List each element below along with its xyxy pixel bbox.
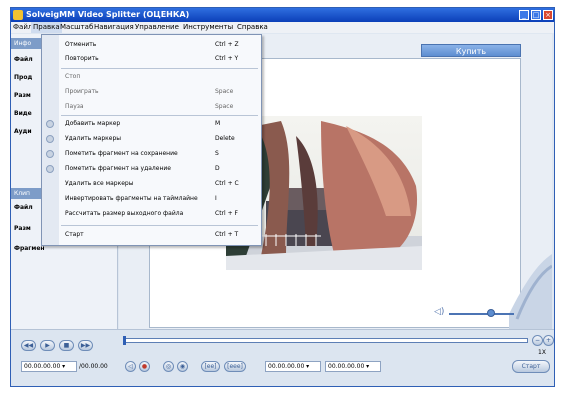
menu-item-label: Пометить фрагмент на удаление — [65, 165, 171, 172]
add-marker-icon — [46, 120, 54, 128]
menu-item-mark-delete[interactable]: Пометить фрагмент на удаление D — [42, 162, 261, 175]
marker-start-field[interactable]: 00.00.00.00 ▾ — [265, 361, 321, 372]
info-label: Разм — [14, 92, 31, 99]
marker-icon[interactable]: ◎ — [163, 361, 174, 372]
menu-help[interactable]: Справка — [237, 22, 268, 33]
menu-item-label: Стоп — [65, 73, 81, 80]
current-time-field[interactable]: 00.00.00.00 ▾ — [21, 361, 77, 372]
menu-scale[interactable]: Масштаб — [60, 22, 93, 33]
title-bar: SolveigMM Video Splitter (ОЦЕНКА) _ □ × — [11, 8, 554, 22]
film-strip-decoration — [509, 254, 552, 329]
window-title: SolveigMM Video Splitter (ОЦЕНКА) — [26, 10, 190, 19]
close-button[interactable]: × — [543, 10, 553, 20]
play-icon[interactable]: ▶ — [40, 340, 55, 351]
zoom-out-icon[interactable]: − — [532, 335, 543, 346]
edit-menu-dropdown: Отменить Ctrl + Z Повторить Ctrl + Y Сто… — [41, 34, 262, 246]
menu-item-shortcut: Space — [215, 103, 234, 110]
rewind-icon[interactable]: ◀◀ — [21, 340, 36, 351]
menu-item-add-marker[interactable]: Добавить маркер M — [42, 117, 261, 130]
menu-navigation[interactable]: Навигация — [94, 22, 134, 33]
speaker-icon[interactable]: ◁) — [434, 307, 444, 317]
start-button[interactable]: Старт — [512, 360, 550, 373]
menu-item-shortcut: Ctrl + Z — [215, 41, 239, 48]
menu-item-start[interactable]: Старт Ctrl + T — [42, 228, 261, 241]
menu-item-label: Добавить маркер — [65, 120, 121, 127]
timeline-cursor[interactable] — [123, 336, 126, 345]
app-window: SolveigMM Video Splitter (ОЦЕНКА) _ □ × … — [10, 7, 555, 387]
menu-item-delete-markers[interactable]: Удалить маркеры Delete — [42, 132, 261, 145]
fast-forward-icon[interactable]: ▶▶ — [78, 340, 93, 351]
menu-item-stop[interactable]: Стоп — [42, 70, 261, 83]
menu-item-shortcut: Space — [215, 88, 234, 95]
delete-marker-icon[interactable]: ◉ — [177, 361, 188, 372]
menu-item-label: Удалить все маркеры — [65, 180, 134, 187]
menu-item-label: Проиграть — [65, 88, 99, 95]
menu-tools[interactable]: Инструменты — [183, 22, 233, 33]
menu-separator — [61, 68, 258, 69]
keep-fragment-icon — [46, 150, 54, 158]
volume-slider[interactable] — [449, 313, 514, 315]
menu-item-label: Старт — [65, 231, 84, 238]
mark-in-button[interactable]: [ee] — [201, 361, 220, 372]
step-back-icon[interactable]: ◁ — [125, 361, 136, 372]
menu-item-pause[interactable]: Пауза Space — [42, 100, 261, 113]
total-time: /00.00.00 — [79, 363, 108, 370]
zoom-in-icon[interactable]: + — [543, 335, 554, 346]
menu-item-label: Пометить фрагмент на сохранение — [65, 150, 178, 157]
menu-item-label: Удалить маркеры — [65, 135, 122, 142]
info-label: Ауди — [14, 128, 32, 135]
menu-file[interactable]: Файл — [13, 22, 32, 33]
menu-item-shortcut: Ctrl + C — [215, 180, 239, 187]
zoom-level: 1X — [538, 349, 546, 356]
menu-item-mark-keep[interactable]: Пометить фрагмент на сохранение S — [42, 147, 261, 160]
menu-item-shortcut: Ctrl + Y — [215, 55, 239, 62]
menu-edit[interactable]: Правка — [31, 22, 62, 33]
menu-item-shortcut: S — [215, 150, 219, 157]
buy-button[interactable]: Купить — [421, 44, 521, 57]
menu-item-invert-fragments[interactable]: Инвертировать фрагменты на таймлайне I — [42, 192, 261, 205]
menu-item-label: Инвертировать фрагменты на таймлайне — [65, 195, 198, 202]
menu-separator — [61, 225, 258, 226]
app-icon — [13, 10, 23, 20]
maximize-button[interactable]: □ — [531, 10, 541, 20]
menu-item-shortcut: Ctrl + F — [215, 210, 238, 217]
menu-separator — [61, 115, 258, 116]
menu-item-label: Пауза — [65, 103, 84, 110]
menu-item-shortcut: D — [215, 165, 220, 172]
menu-item-shortcut: I — [215, 195, 217, 202]
menu-item-label: Рассчитать размер выходного файла — [65, 210, 184, 217]
minimize-button[interactable]: _ — [519, 10, 529, 20]
menu-item-shortcut: Delete — [215, 135, 235, 142]
marker-end-field[interactable]: 00.00.00.00 ▾ — [325, 361, 381, 372]
menu-item-undo[interactable]: Отменить Ctrl + Z — [42, 38, 261, 51]
menu-item-shortcut: M — [215, 120, 221, 127]
clip-label: Файл — [14, 204, 33, 211]
menu-item-calc-size[interactable]: Рассчитать размер выходного файла Ctrl +… — [42, 207, 261, 220]
menu-bar: Файл Правка Масштаб Навигация Управление… — [11, 22, 554, 33]
menu-item-redo[interactable]: Повторить Ctrl + Y — [42, 52, 261, 65]
info-label: Прод — [14, 74, 33, 81]
stop-icon[interactable]: ■ — [59, 340, 74, 351]
record-icon[interactable]: ● — [139, 361, 150, 372]
menu-item-label: Отменить — [65, 41, 97, 48]
menu-control[interactable]: Управление — [135, 22, 179, 33]
mark-out-button[interactable]: [eee] — [224, 361, 246, 372]
delete-marker-icon — [46, 135, 54, 143]
menu-item-shortcut: Ctrl + T — [215, 231, 239, 238]
control-bar: − + 1X ◀◀ ▶ ■ ▶▶ 00.00.00.00 ▾ /00.00.00… — [11, 329, 554, 386]
clip-label: Фрагмен — [14, 245, 45, 252]
menu-item-play[interactable]: Проиграть Space — [42, 85, 261, 98]
menu-item-label: Повторить — [65, 55, 99, 62]
clip-label: Разм — [14, 225, 31, 232]
info-label: Виде — [14, 110, 32, 117]
timeline-track[interactable] — [124, 338, 528, 343]
info-label: Файл — [14, 56, 33, 63]
menu-item-delete-all-markers[interactable]: Удалить все маркеры Ctrl + C — [42, 177, 261, 190]
remove-fragment-icon — [46, 165, 54, 173]
